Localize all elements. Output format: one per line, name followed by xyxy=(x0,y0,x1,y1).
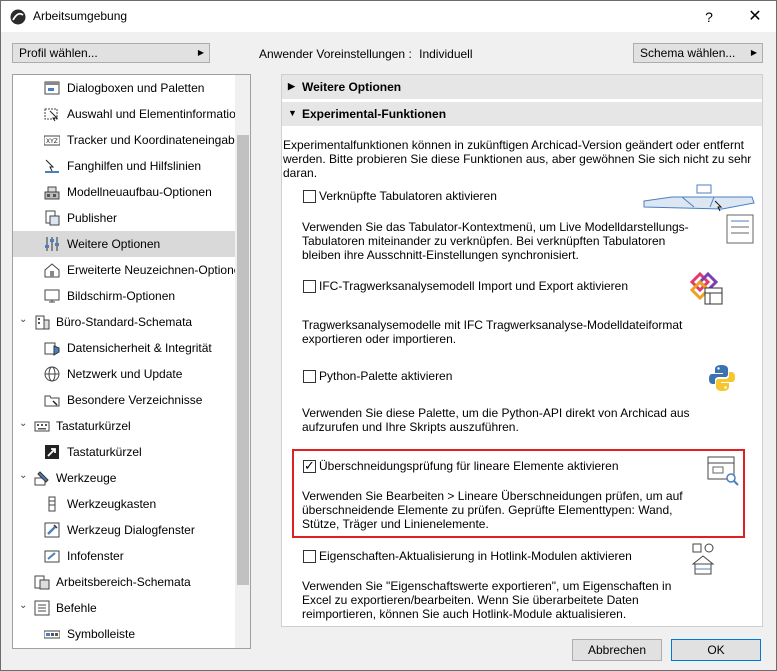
collision-check-icon xyxy=(707,456,739,486)
hotlink-properties-label: Eigenschaften-Aktualisierung in Hotlink-… xyxy=(319,549,632,563)
commands-icon xyxy=(34,600,50,616)
presets-status: Anwender Voreinstellungen : Individuell xyxy=(259,47,473,61)
linked-tabs-label: Verknüpfte Tabulatoren aktivieren xyxy=(319,189,497,203)
hotlink-properties-icon xyxy=(691,543,715,575)
tree-item-selection-info[interactable]: Auswahl und Elementinformation xyxy=(13,101,242,127)
tree-item-commands[interactable]: ⌄ Befehle xyxy=(13,595,235,621)
tree-item-data-safety[interactable]: Datensicherheit & Integrität xyxy=(13,335,235,361)
profile-select-label: Profil wählen... xyxy=(19,46,98,60)
presets-label: Anwender Voreinstellungen : xyxy=(259,47,412,61)
tools-icon xyxy=(34,471,49,486)
shortcut-arrow-icon xyxy=(45,445,59,459)
tree-item-office-schemes[interactable]: ⌄ Büro-Standard-Schemata xyxy=(13,309,235,335)
profile-select-button[interactable]: Profil wählen... ▶ xyxy=(12,43,210,63)
tree-item-network-update[interactable]: Netzwerk und Update xyxy=(13,361,235,387)
redraw-icon xyxy=(44,263,60,278)
tree-item-dialog-palettes[interactable]: Dialogboxen und Paletten xyxy=(13,75,235,101)
chevron-down-icon[interactable]: ⌄ xyxy=(19,314,27,325)
tree-item-special-folders[interactable]: Besondere Verzeichnisse xyxy=(13,387,235,413)
ifc-structural-label: IFC-Tragwerksanalysemodell Import und Ex… xyxy=(319,279,629,293)
experimental-intro: Experimentalfunktionen können in zukünft… xyxy=(283,138,752,180)
scheme-select-button[interactable]: Schema wählen... ▶ xyxy=(633,43,763,63)
presets-value: Individuell xyxy=(419,47,473,61)
scheme-select-label: Schema wählen... xyxy=(640,46,736,60)
rebuild-icon xyxy=(44,186,60,200)
tree-item-infobox[interactable]: Infofenster xyxy=(13,543,235,569)
tree-item-advanced-redraw[interactable]: Erweiterte Neuzeichnen-Optionen xyxy=(13,257,247,283)
svg-text:XYZ: XYZ xyxy=(46,138,58,145)
tree-item-publisher[interactable]: Publisher xyxy=(13,205,235,231)
triangle-right-icon: ▶ xyxy=(288,81,295,91)
triangle-right-icon: ▶ xyxy=(197,48,204,57)
linear-collision-label: Überschneidungsprüfung für lineare Eleme… xyxy=(319,459,619,473)
selection-icon xyxy=(44,108,59,122)
linked-tabs-icon xyxy=(643,184,755,244)
section-more-options[interactable]: ▶ Weitere Optionen xyxy=(282,75,762,99)
title-bar: Arbeitsumgebung ? ✕ xyxy=(1,1,776,32)
linear-collision-checkbox[interactable] xyxy=(303,458,316,474)
tree-scrollbar[interactable] xyxy=(235,75,250,648)
sliders-icon xyxy=(45,237,59,251)
python-palette-checkbox[interactable] xyxy=(303,370,316,383)
tree-item-screen-options[interactable]: Bildschirm-Optionen xyxy=(13,283,235,309)
triangle-right-icon: ▶ xyxy=(750,48,757,57)
tree-item-tool-dialog[interactable]: Werkzeug Dialogfenster xyxy=(13,517,235,543)
tree-item-workspace-schemes[interactable]: Arbeitsbereich-Schemata xyxy=(13,569,235,595)
snap-icon xyxy=(45,159,59,173)
window-title: Arbeitsumgebung xyxy=(33,9,128,23)
chevron-down-icon[interactable]: ⌄ xyxy=(19,418,27,429)
hotlink-properties-checkbox[interactable] xyxy=(303,550,316,563)
xyz-icon: XYZ xyxy=(44,135,60,146)
office-icon xyxy=(35,315,50,330)
tree-item-tracker[interactable]: XYZ Tracker und Koordinateneingabe xyxy=(13,127,241,153)
globe-icon xyxy=(44,366,60,382)
tree-scrollbar-thumb[interactable] xyxy=(237,135,249,585)
data-safety-icon xyxy=(44,342,60,356)
ifc-structural-description: Tragwerksanalysemodelle mit IFC Tragwerk… xyxy=(302,318,683,346)
help-button[interactable]: ? xyxy=(691,4,727,30)
linked-tabs-checkbox[interactable] xyxy=(303,190,316,203)
screen-icon xyxy=(44,289,60,303)
ifc-logo-icon xyxy=(690,272,723,305)
tree-item-tools[interactable]: ⌄ Werkzeuge xyxy=(13,465,235,491)
publisher-icon xyxy=(45,210,60,226)
hotlink-properties-description: Verwenden Sie "Eigenschaftswerte exporti… xyxy=(302,579,672,621)
tree-item-keyboard-shortcuts-group[interactable]: ⌄ Tastaturkürzel xyxy=(13,413,235,439)
preferences-window: Arbeitsumgebung ? ✕ Profil wählen... ▶ A… xyxy=(0,0,777,671)
options-panel: ▶ Weitere Optionen ▼ Experimental-Funkti… xyxy=(281,74,763,627)
toolbar-icon xyxy=(44,630,60,639)
chevron-down-icon[interactable]: ⌄ xyxy=(19,600,27,611)
keyboard-icon xyxy=(34,421,50,432)
section-experimental[interactable]: ▼ Experimental-Funktionen xyxy=(282,102,762,126)
tree-item-more-options[interactable]: Weitere Optionen xyxy=(13,231,235,257)
tool-dialog-icon xyxy=(44,522,60,538)
toolbox-icon xyxy=(48,496,56,512)
chevron-down-icon[interactable]: ⌄ xyxy=(19,470,27,481)
tree-item-toolbar[interactable]: Symbolleiste xyxy=(13,621,235,647)
linear-collision-description: Verwenden Sie Bearbeiten > Lineare Übers… xyxy=(302,489,683,531)
close-button[interactable]: ✕ xyxy=(737,4,773,30)
infobox-icon xyxy=(44,550,60,563)
ok-button[interactable]: OK xyxy=(671,639,761,661)
cancel-button[interactable]: Abbrechen xyxy=(572,639,662,661)
triangle-down-icon: ▼ xyxy=(288,108,297,118)
tree-item-model-rebuild[interactable]: Modellneuaufbau-Optionen xyxy=(13,179,235,205)
tree-item-keyboard-shortcuts[interactable]: Tastaturkürzel xyxy=(13,439,235,465)
python-palette-description: Verwenden Sie diese Palette, um die Pyth… xyxy=(302,406,690,434)
archicad-logo-icon xyxy=(10,9,26,25)
folder-icon xyxy=(44,395,60,407)
tree-item-toolbox[interactable]: Werkzeugkasten xyxy=(13,491,235,517)
python-palette-label: Python-Palette aktivieren xyxy=(319,369,453,383)
dialog-icon xyxy=(44,81,60,95)
python-logo-icon xyxy=(709,365,735,391)
ifc-structural-checkbox[interactable] xyxy=(303,280,316,293)
settings-tree: Dialogboxen und Paletten Auswahl und Ele… xyxy=(12,74,251,649)
tree-item-snap-guides[interactable]: Fanghilfen und Hilfslinien xyxy=(13,153,235,179)
workspace-icon xyxy=(34,575,50,590)
